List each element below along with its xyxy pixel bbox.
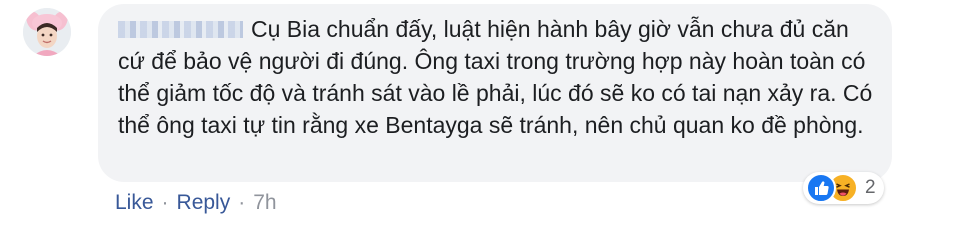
separator-dot: · [161, 191, 169, 214]
commenter-avatar[interactable] [23, 8, 71, 56]
reaction-summary[interactable]: 2 [803, 172, 884, 204]
reaction-count: 2 [865, 177, 876, 198]
comment-actions: Like · Reply · 7h [115, 191, 277, 215]
comment-timestamp[interactable]: 7h [253, 191, 276, 215]
comment-bubble: Cụ Bia chuẩn đấy, luật hiện hành bây giờ… [98, 4, 892, 182]
reply-button[interactable]: Reply [177, 191, 231, 215]
avatar-image [23, 8, 71, 56]
like-icon [806, 173, 836, 203]
author-name-blurred[interactable] [118, 21, 243, 38]
separator-dot: · [238, 191, 246, 214]
like-button[interactable]: Like [115, 191, 154, 215]
comment-body: Cụ Bia chuẩn đấy, luật hiện hành bây giờ… [118, 13, 878, 141]
